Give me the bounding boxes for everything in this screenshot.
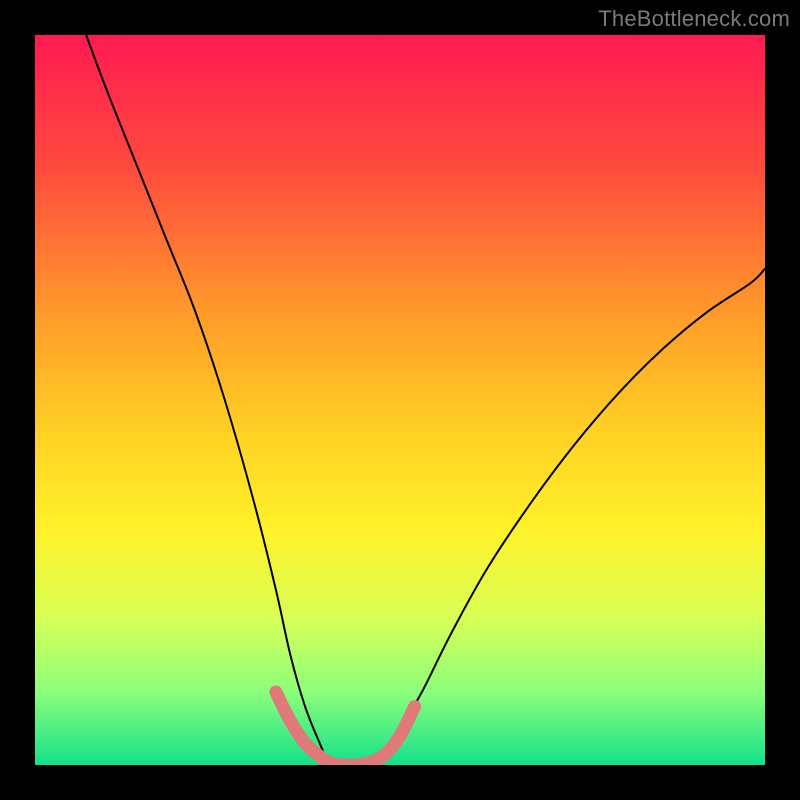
bottleneck-plot <box>35 35 765 765</box>
watermark-text: TheBottleneck.com <box>598 6 790 32</box>
gradient-background <box>35 35 765 765</box>
chart-frame: TheBottleneck.com <box>0 0 800 800</box>
